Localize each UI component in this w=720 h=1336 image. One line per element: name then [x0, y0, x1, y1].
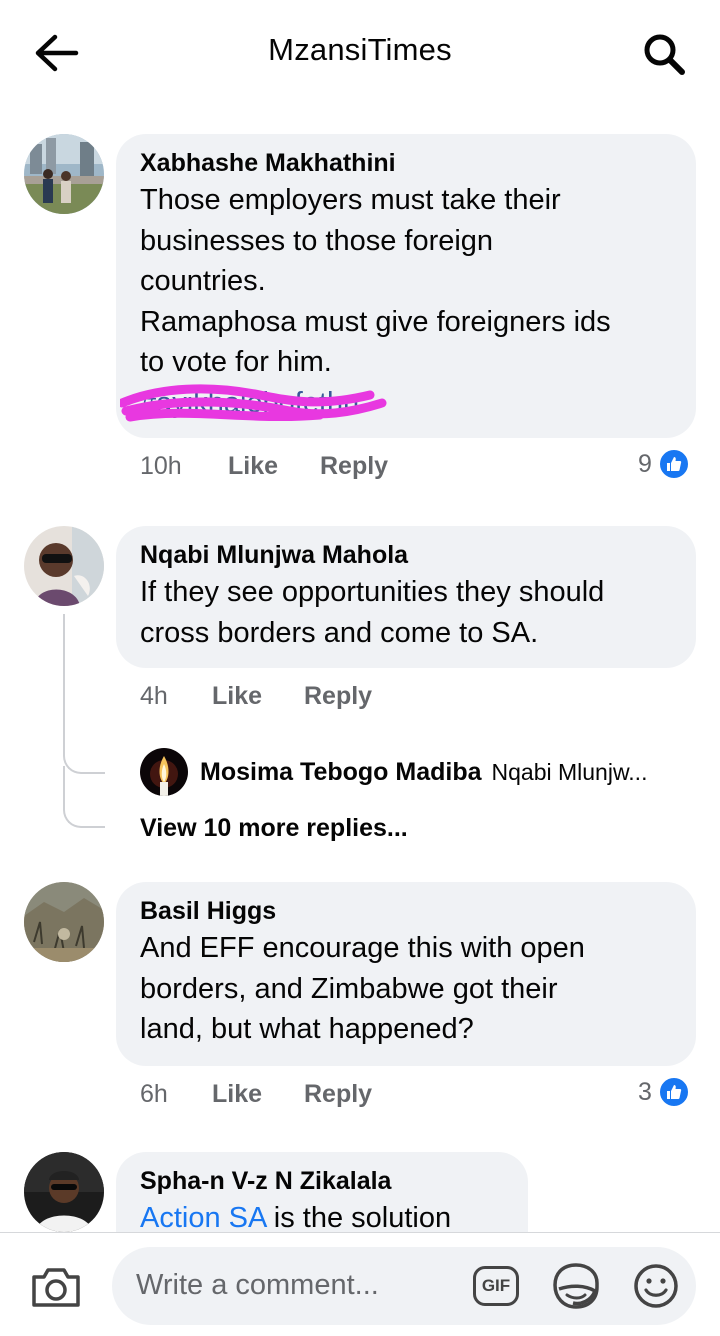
comment-bubble[interactable]: Xabhashe Makhathini Those employers must… [116, 134, 696, 438]
avatar[interactable] [24, 134, 104, 214]
reaction-summary[interactable]: 9 [638, 448, 690, 480]
comment-time: 6h [140, 1080, 168, 1108]
sticker-icon [553, 1263, 599, 1309]
comment-bubble[interactable]: Nqabi Mlunjwa Mahola If they see opportu… [116, 526, 696, 668]
top-app-bar: MzansiTimes [0, 0, 720, 106]
search-icon [644, 34, 685, 75]
comment-author[interactable]: Xabhashe Makhathini [140, 148, 672, 178]
avatar[interactable] [24, 526, 104, 606]
camera-button[interactable] [24, 1259, 88, 1315]
comment-bubble[interactable]: Basil Higgs And EFF encourage this with … [116, 882, 696, 1066]
comment-input[interactable] [136, 1265, 456, 1305]
scribble-redaction [120, 383, 387, 421]
comment-author[interactable]: Spha-n V-z N Zikalala [140, 1166, 504, 1196]
comments-feed[interactable]: Xabhashe Makhathini Those employers must… [0, 106, 720, 1232]
like-button[interactable]: Like [212, 1080, 262, 1109]
like-button[interactable]: Like [212, 682, 262, 711]
mention-link[interactable]: Action SA [140, 1202, 266, 1232]
reply-snippet: Nqabi Mlunjw... [491, 758, 648, 785]
comment-text: Those employers must take their business… [120, 180, 672, 423]
like-button[interactable]: Like [228, 452, 278, 481]
view-more-replies-link[interactable]: View 10 more replies... [140, 814, 408, 843]
thread-connector [63, 706, 105, 774]
page-title: MzansiTimes [268, 32, 452, 67]
comment-actions: 10h Like Reply [140, 452, 680, 486]
thread-connector [63, 766, 105, 828]
comment-actions: 6h Like Reply [140, 1080, 680, 1114]
smiley-icon [634, 1264, 678, 1308]
comment-author[interactable]: Nqabi Mlunjwa Mahola [140, 540, 672, 570]
reply-author[interactable]: Mosima Tebogo Madiba [200, 758, 482, 787]
comment-bubble[interactable]: Spha-n V-z N Zikalala Action SA is the s… [116, 1152, 528, 1232]
reaction-summary[interactable]: 3 [638, 1076, 690, 1108]
avatar[interactable] [24, 1152, 104, 1232]
sticker-button[interactable] [548, 1259, 604, 1313]
comment-actions: 4h Like Reply [140, 682, 680, 716]
comment-text: Action SA is the solution [140, 1202, 452, 1232]
reply-button[interactable]: Reply [320, 452, 388, 481]
comment-input-field[interactable]: GIF [112, 1247, 696, 1325]
gif-icon: GIF [473, 1266, 519, 1306]
gif-button[interactable]: GIF [470, 1263, 522, 1309]
reply-preview[interactable]: Mosima Tebogo Madiba Nqabi Mlunjw... [140, 748, 647, 796]
comment-time: 10h [140, 452, 182, 480]
thumbs-up-icon [657, 1076, 690, 1108]
comment-composer: GIF [0, 1232, 720, 1336]
search-button[interactable] [636, 26, 692, 82]
avatar [140, 748, 188, 796]
avatar[interactable] [24, 882, 104, 962]
reply-button[interactable]: Reply [304, 1080, 372, 1109]
thumbs-up-icon [657, 448, 690, 480]
comment-text: And EFF encourage this with open borders… [140, 932, 585, 1045]
comment-text: If they see opportunities they should cr… [140, 576, 605, 649]
comment-time: 4h [140, 682, 168, 710]
comment-author[interactable]: Basil Higgs [140, 896, 672, 926]
emoji-button[interactable] [628, 1259, 684, 1313]
camera-icon [32, 1268, 80, 1307]
reply-button[interactable]: Reply [304, 682, 372, 711]
